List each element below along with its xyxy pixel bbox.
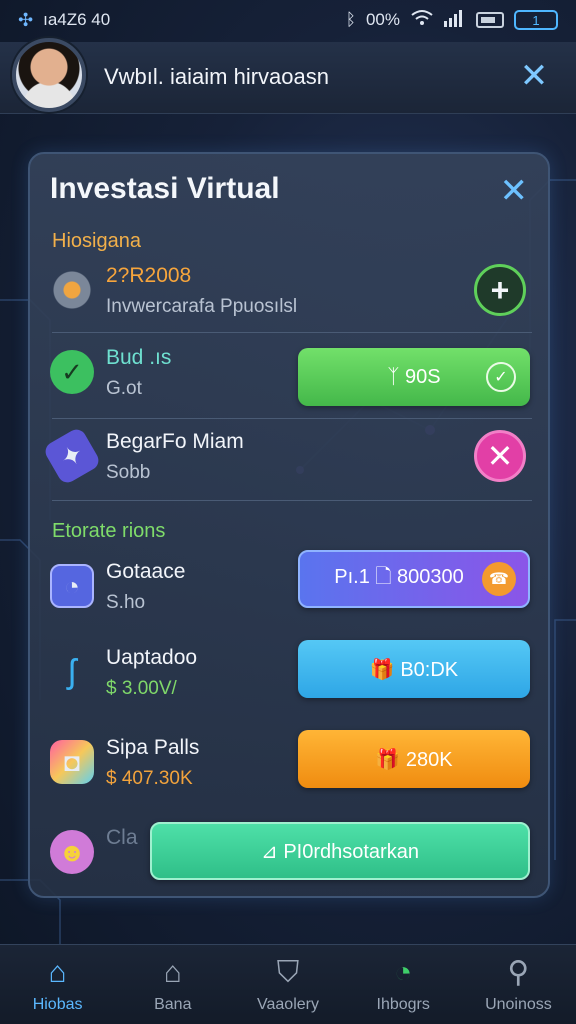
item-subtitle: Sobb xyxy=(106,462,151,483)
house-icon: ⌂ xyxy=(163,955,182,989)
search-icon: ⚲ xyxy=(507,955,530,989)
action-label: ᛉ 90S xyxy=(387,365,441,388)
status-bar: ✣ ıa4Z6 40 ᛒ 00% 1 xyxy=(0,0,576,40)
action-button[interactable]: 🎁 280K xyxy=(298,730,530,788)
cta-button[interactable]: ⊿ PI0rdhsotarkan xyxy=(150,822,530,880)
nav-label: Unoinoss xyxy=(485,995,552,1013)
item-title: Cla xyxy=(106,826,138,849)
gear-icon xyxy=(50,268,94,312)
item-subtitle: G.ot xyxy=(106,378,142,399)
status-time: ıa4Z6 40 xyxy=(43,10,111,29)
nav-item-progress[interactable]: ◔ Ihbogrs xyxy=(346,945,461,1024)
item-subtitle: $ 3.00V/ xyxy=(106,678,177,699)
list-item[interactable]: 2?R2008 Invwercarafa Ppuosılsl xyxy=(50,258,530,328)
remove-button[interactable]: ✕ xyxy=(474,430,526,482)
avatar[interactable] xyxy=(12,38,86,112)
header-title: Vwbıl. iaiaim hirvaoasn xyxy=(104,64,329,89)
bolt-icon: ʃ xyxy=(68,652,76,691)
list-item[interactable]: ✦ BegarFo Miam Sobb xyxy=(41,424,530,494)
signal-icon xyxy=(444,9,466,32)
card-close-icon[interactable]: ✕ xyxy=(500,174,529,208)
section-title: Hiosigana xyxy=(52,230,141,252)
gauge-icon: ◔ xyxy=(394,955,413,989)
item-title: Gotaace xyxy=(106,560,186,583)
item-title: 2?R2008 xyxy=(106,264,192,287)
section-title: Etorate rions xyxy=(52,520,166,542)
chat-icon: ✓ xyxy=(50,350,94,394)
phone-icon: ☎ xyxy=(482,562,516,596)
action-label: Pı.1 🗋 800300 xyxy=(334,566,464,588)
add-button[interactable]: + xyxy=(474,264,526,316)
nav-label: Ihbogrs xyxy=(376,995,430,1013)
item-title: Uaptadoo xyxy=(106,646,198,669)
item-subtitle: Invwercarafa Ppuosılsl xyxy=(106,296,298,317)
home-icon: ⌂ xyxy=(48,955,67,989)
jar-icon: ◘ xyxy=(50,740,94,784)
nav-item-home[interactable]: ⌂ Hiobas xyxy=(0,945,115,1024)
nav-item-gallery[interactable]: ⛉ Vaaolery xyxy=(230,945,345,1024)
action-button[interactable]: 🎁 B0:DK xyxy=(298,640,530,698)
action-label: 🎁 280K xyxy=(375,748,453,771)
face-icon: ☻ xyxy=(50,830,94,874)
nav-label: Bana xyxy=(154,995,192,1013)
frame-icon: ◔ xyxy=(50,564,94,608)
action-label: 🎁 B0:DK xyxy=(369,658,459,681)
ticket-icon: ✦ xyxy=(41,425,103,487)
pinwheel-icon: ✣ xyxy=(18,9,34,30)
close-icon[interactable]: ✕ xyxy=(518,59,550,93)
item-title: Bud .ıs xyxy=(106,346,172,369)
battery-percent: 00% xyxy=(365,10,400,29)
item-title: BegarFo Miam xyxy=(106,430,244,453)
item-subtitle: $ 407.30K xyxy=(106,768,193,789)
investment-card: Investasi Virtual ✕ Hiosigana 2?R2008 In… xyxy=(28,152,550,898)
action-label: ⊿ PI0rdhsotarkan xyxy=(261,840,419,863)
card-title: Investasi Virtual xyxy=(50,172,280,205)
divider xyxy=(52,418,532,419)
battery-icon xyxy=(476,12,504,28)
action-button[interactable]: Pı.1 🗋 800300 ☎ xyxy=(298,550,530,608)
nav-label: Hiobas xyxy=(32,995,83,1013)
nav-item-search[interactable]: ⚲ Unoinoss xyxy=(461,945,576,1024)
nav-label: Vaaolery xyxy=(257,995,319,1013)
item-title: Sipa Palls xyxy=(106,736,200,759)
divider xyxy=(52,332,532,333)
bottom-nav: ⌂ Hiobas ⌂ Bana ⛉ Vaaolery ◔ Ihbogrs ⚲ U… xyxy=(0,944,576,1024)
nav-item-bana[interactable]: ⌂ Bana xyxy=(115,945,230,1024)
bluetooth-icon: ᛒ xyxy=(345,10,356,29)
bag-icon: ⛉ xyxy=(276,955,300,989)
divider xyxy=(52,500,532,501)
wifi-icon xyxy=(410,9,434,32)
item-subtitle: S.ho xyxy=(106,592,146,613)
check-icon: ✓ xyxy=(486,362,516,392)
app-header: Vwbıl. iaiaim hirvaoasn ✕ xyxy=(0,38,576,114)
action-button[interactable]: ᛉ 90S ✓ xyxy=(298,348,530,406)
battery-box: 1 xyxy=(514,10,558,30)
